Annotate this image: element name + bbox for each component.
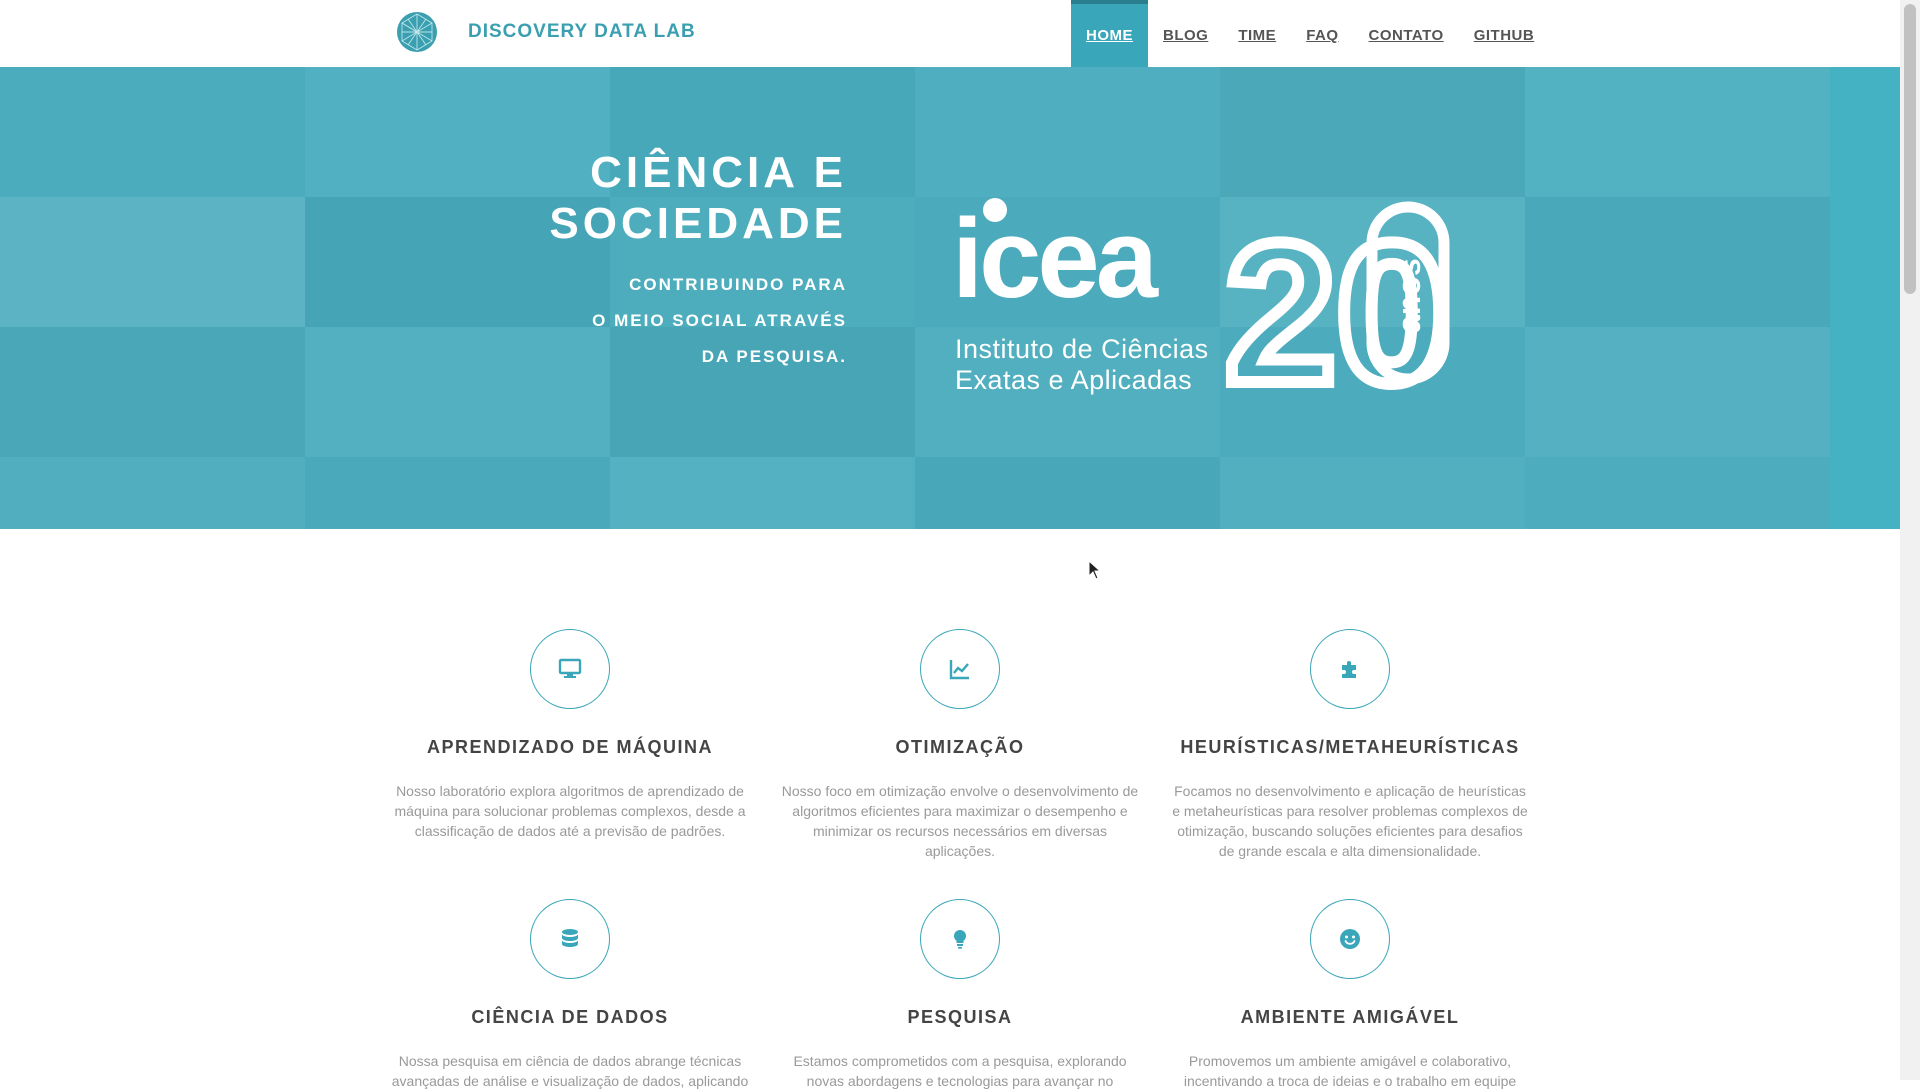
smile-icon bbox=[1340, 929, 1360, 949]
feature-optimization: OTIMIZAÇÃO Nosso foco em otimização envo… bbox=[780, 629, 1140, 861]
hero-subtitle-line1: CONTRIBUINDO PARA bbox=[629, 275, 847, 294]
hero-subtitle: CONTRIBUINDO PARA O MEIO SOCIAL ATRAVÉS … bbox=[592, 267, 847, 375]
feature-icon-circle bbox=[1310, 899, 1390, 979]
feature-title: APRENDIZADO DE MÁQUINA bbox=[426, 737, 713, 757]
icea-logo-dot bbox=[983, 198, 1007, 222]
feature-title: HEURÍSTICAS/METAHEURÍSTICAS bbox=[1180, 737, 1520, 757]
description-line: minimizar os recursos necessários em div… bbox=[812, 823, 1108, 839]
description-line: máquina para solucionar problemas comple… bbox=[394, 803, 746, 819]
puzzle-icon bbox=[1342, 661, 1356, 678]
hero-title: CIÊNCIA E SOCIEDADE bbox=[549, 147, 847, 249]
hero-carousel: CIÊNCIA E SOCIEDADE CONTRIBUINDO PARA O … bbox=[0, 67, 1900, 529]
database-icon bbox=[562, 929, 578, 947]
feature-description: Promovemos um ambiente amigável e colabo… bbox=[1170, 1051, 1530, 1091]
icea-logo-word: icea bbox=[952, 197, 1159, 321]
hero-title-line1: CIÊNCIA E bbox=[590, 148, 847, 197]
mouse-pointer-icon bbox=[1088, 560, 1102, 580]
icea-logo-line2: Exatas e Aplicadas bbox=[955, 365, 1193, 395]
feature-title: PESQUISA bbox=[907, 1007, 1013, 1027]
description-line: Estamos comprometidos com a pesquisa, ex… bbox=[793, 1053, 1127, 1069]
feature-description: Focamos no desenvolvimento e aplicação d… bbox=[1170, 781, 1530, 861]
main-nav: HOME BLOG TIME FAQ CONTATO GITHUB bbox=[1071, 0, 1549, 67]
hero-subtitle-line3: DA PESQUISA. bbox=[701, 347, 847, 366]
nav-contato[interactable]: CONTATO bbox=[1354, 0, 1459, 67]
nav-faq[interactable]: FAQ bbox=[1291, 0, 1353, 67]
description-line: de grande escala e alta dimensionalidade… bbox=[1218, 843, 1482, 859]
feature-icon-circle bbox=[1310, 629, 1390, 709]
feature-friendly-environment: AMBIENTE AMIGÁVEL Promovemos um ambiente… bbox=[1170, 899, 1530, 1091]
line-chart-icon bbox=[949, 660, 969, 680]
teal-overlay bbox=[0, 67, 1900, 529]
hero-title-line2: SOCIEDADE bbox=[549, 199, 847, 248]
icea-logo-anos: anos bbox=[1391, 258, 1427, 333]
description-line: Nosso laboratório explora algoritmos de … bbox=[396, 783, 744, 799]
feature-description: Estamos comprometidos com a pesquisa, ex… bbox=[780, 1051, 1140, 1091]
description-line: avançadas de análise e visualização de d… bbox=[391, 1073, 749, 1089]
hero-subtitle-line2: O MEIO SOCIAL ATRAVÉS bbox=[592, 311, 847, 330]
vertical-scrollbar[interactable] bbox=[1900, 0, 1920, 1080]
description-line: incentivando a troca de ideias e o traba… bbox=[1183, 1073, 1517, 1089]
globe-network-icon bbox=[397, 12, 437, 52]
feature-description: Nossa pesquisa em ciência de dados abran… bbox=[390, 1051, 750, 1091]
description-line: otimização, buscando soluções eficientes… bbox=[1177, 823, 1523, 839]
brand-name[interactable]: DISCOVERY DATA LAB bbox=[468, 21, 696, 43]
description-line: novas abordagens e tecnologias para avan… bbox=[806, 1073, 1114, 1089]
monitor-icon bbox=[558, 658, 582, 678]
feature-research: PESQUISA Estamos comprometidos com a pes… bbox=[780, 899, 1140, 1091]
feature-description: Nosso laboratório explora algoritmos de … bbox=[390, 781, 750, 841]
feature-machine-learning: APRENDIZADO DE MÁQUINA Nosso laboratório… bbox=[390, 629, 750, 841]
description-line: aplicações. bbox=[924, 843, 996, 859]
description-line: classificação de dados até a previsão de… bbox=[414, 823, 726, 839]
feature-heuristics: HEURÍSTICAS/METAHEURÍSTICAS Focamos no d… bbox=[1170, 629, 1530, 861]
brand[interactable]: DISCOVERY DATA LAB bbox=[396, 10, 696, 54]
feature-icon-circle bbox=[530, 629, 610, 709]
description-line: Nossa pesquisa em ciência de dados abran… bbox=[398, 1053, 742, 1069]
icea-logo-line1: Instituto de Ciências bbox=[955, 334, 1209, 364]
nav-time[interactable]: TIME bbox=[1223, 0, 1291, 67]
nav-blog[interactable]: BLOG bbox=[1148, 0, 1223, 67]
description-line: e metaheurísticas para resolver problema… bbox=[1172, 803, 1528, 819]
feature-data-science: CIÊNCIA DE DADOS Nossa pesquisa em ciênc… bbox=[390, 899, 750, 1091]
feature-icon-circle bbox=[920, 629, 1000, 709]
description-line: Promovemos um ambiente amigável e colabo… bbox=[1188, 1053, 1512, 1069]
feature-title: AMBIENTE AMIGÁVEL bbox=[1240, 1007, 1460, 1027]
lightbulb-icon bbox=[953, 929, 967, 949]
feature-icon-circle bbox=[920, 899, 1000, 979]
feature-description: Nosso foco em otimização envolve o desen… bbox=[780, 781, 1140, 861]
top-navbar: DISCOVERY DATA LAB HOME BLOG TIME FAQ CO… bbox=[0, 0, 1900, 68]
nav-home[interactable]: HOME bbox=[1071, 0, 1148, 67]
feature-icon-circle bbox=[530, 899, 610, 979]
feature-title: OTIMIZAÇÃO bbox=[895, 737, 1025, 757]
description-line: Focamos no desenvolvimento e aplicação d… bbox=[1174, 783, 1526, 799]
description-line: Nosso foco em otimização envolve o desen… bbox=[781, 783, 1139, 799]
nav-github[interactable]: GITHUB bbox=[1459, 0, 1550, 67]
scrollbar-thumb[interactable] bbox=[1904, 4, 1916, 294]
description-line: algoritmos eficientes para maximizar o d… bbox=[792, 803, 1128, 819]
feature-title: CIÊNCIA DE DADOS bbox=[471, 1007, 669, 1027]
